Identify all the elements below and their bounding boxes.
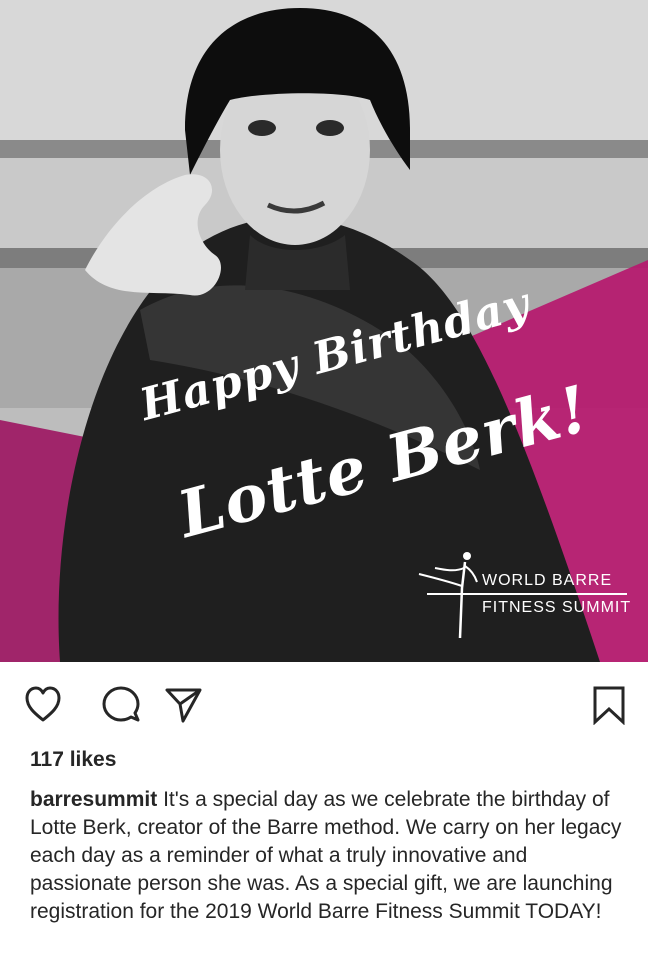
world-barre-logo: WORLD BARRE FITNESS SUMMIT [415,548,635,640]
post-caption: barresummit It's a special day as we cel… [30,786,630,926]
send-icon [165,688,202,723]
post-image[interactable]: Happy Birthday Lotte Berk! WORLD BARRE F… [0,0,648,662]
like-button[interactable] [20,682,66,728]
comment-icon [102,686,140,722]
share-button[interactable] [160,682,206,728]
bookmark-icon [593,686,625,725]
heart-icon [25,686,61,722]
post-action-bar [0,662,648,746]
logo-divider [427,593,627,595]
logo-line2: FITNESS SUMMIT [482,599,632,616]
logo-line1: WORLD BARRE [482,572,613,589]
caption-username[interactable]: barresummit [30,788,157,811]
comment-button[interactable] [98,682,144,728]
save-button[interactable] [586,682,632,728]
likes-count[interactable]: 117 likes [30,748,116,772]
